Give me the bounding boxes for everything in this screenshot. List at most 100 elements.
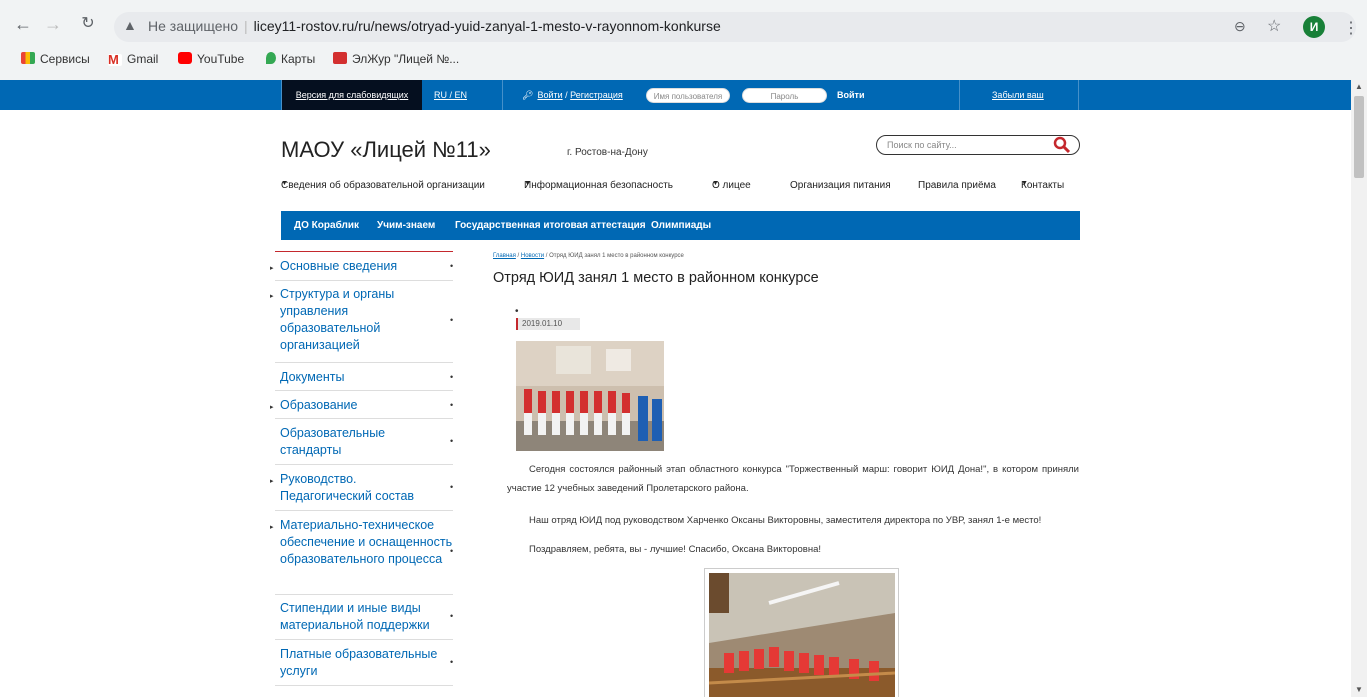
site-search[interactable]: Поиск по сайту... xyxy=(876,135,1080,155)
bookmark-services[interactable]: Сервисы xyxy=(21,52,90,66)
password-input[interactable]: Пароль xyxy=(742,88,827,103)
zoom-icon[interactable]: ⊖ xyxy=(1234,18,1246,35)
sidebar-item-label: Документы xyxy=(280,370,345,384)
gmail-icon: M xyxy=(108,53,122,66)
arrow-right-icon: ▸ xyxy=(270,478,274,485)
url-text: licey11-rostov.ru/ru/news/otryad-yuid-za… xyxy=(253,18,721,34)
nav-item-admission-rules[interactable]: Правила приёма xyxy=(918,180,996,191)
profile-avatar[interactable]: И xyxy=(1303,16,1325,38)
bullet-dot: • xyxy=(450,436,454,446)
username-input[interactable]: Имя пользователя xyxy=(646,88,730,103)
login-separator: / xyxy=(562,90,571,100)
accessibility-version-link[interactable]: Версия для слабовидящих xyxy=(282,80,422,110)
chevron-down-icon: ▼ xyxy=(281,180,288,187)
scrollbar-thumb[interactable] xyxy=(1354,96,1364,178)
subnav-item-olympiads[interactable]: Олимпиады xyxy=(651,220,711,231)
bookmark-maps[interactable]: Карты xyxy=(266,52,315,66)
sub-navigation: ДО Кораблик Учим-знаем Государственная и… xyxy=(281,211,1080,240)
forward-arrow-icon[interactable]: → xyxy=(40,11,66,37)
nav-label: Информационная безопасность xyxy=(524,180,674,191)
scroll-up-arrow-icon[interactable]: ▲ xyxy=(1355,82,1363,91)
bookmarks-bar: Сервисы M Gmail YouTube Карты ЭлЖур "Лице… xyxy=(0,48,1367,70)
breadcrumb-home[interactable]: Главная xyxy=(493,253,516,259)
group-photo-image xyxy=(516,341,664,451)
sidebar-item-label: Материально-техническое обеспечение и ос… xyxy=(280,518,453,566)
utility-bar-inner: Версия для слабовидящих RU / EN 🔑︎ Войти … xyxy=(281,80,1079,130)
reload-icon[interactable]: ↻ xyxy=(75,11,101,37)
apps-grid-icon xyxy=(21,52,35,64)
arrow-right-icon: ▸ xyxy=(270,293,274,300)
bullet-dot: • xyxy=(450,261,454,271)
bookmark-star-icon[interactable]: ☆ xyxy=(1267,16,1281,36)
bullet-dot: • xyxy=(450,546,454,556)
omnibox-text[interactable]: Не защищено | licey11-rostov.ru/ru/news/ot… xyxy=(148,18,721,34)
browser-menu-icon[interactable]: ⋮ xyxy=(1343,18,1359,38)
bookmark-gmail[interactable]: M Gmail xyxy=(108,52,158,66)
arrow-right-icon: ▸ xyxy=(270,265,274,272)
bullet-dot: • xyxy=(450,372,454,382)
divider xyxy=(275,280,453,281)
login-register: 🔑︎ Войти / Регистрация xyxy=(522,80,623,110)
top-utility-bar: Версия для слабовидящих RU / EN 🔑︎ Войти … xyxy=(0,80,1351,130)
divider xyxy=(275,685,453,686)
divider xyxy=(275,510,453,511)
bookmark-youtube[interactable]: YouTube xyxy=(178,52,244,66)
article-paragraph: Поздравляем, ребята, вы - лучшие! Спасиб… xyxy=(529,544,821,555)
breadcrumb: Главная / Новости / Отряд ЮИД занял 1 ме… xyxy=(493,253,684,259)
breadcrumb-news[interactable]: Новости xyxy=(521,253,544,259)
article-title: Отряд ЮИД занял 1 место в районном конку… xyxy=(493,270,819,286)
sidebar-top-rule xyxy=(275,251,453,252)
divider xyxy=(275,362,453,363)
bullet-dot: • xyxy=(450,611,454,621)
security-warning-label: Не защищено xyxy=(148,18,238,34)
chevron-down-icon: ▼ xyxy=(524,180,531,187)
bookmark-eljur[interactable]: ЭлЖур "Лицей №... xyxy=(333,52,459,66)
parade-photo-image xyxy=(709,573,895,697)
article-date: 2019.01.10 xyxy=(516,318,580,330)
article-photo[interactable] xyxy=(516,341,664,451)
nav-item-catering[interactable]: Организация питания xyxy=(790,180,891,191)
scroll-down-arrow-icon[interactable]: ▼ xyxy=(1355,685,1363,694)
search-input[interactable]: Поиск по сайту... xyxy=(887,140,957,150)
language-switch-link[interactable]: RU / EN xyxy=(434,80,467,110)
register-link[interactable]: Регистрация xyxy=(570,90,623,100)
forgot-password-link[interactable]: Забыли ваш пароль? xyxy=(992,80,1078,130)
bookmark-label: Карты xyxy=(281,52,316,66)
sidebar-item-label: Платные образовательные услуги xyxy=(280,647,438,678)
youtube-icon xyxy=(178,52,192,64)
web-page: Версия для слабовидящих RU / EN 🔑︎ Войти … xyxy=(0,80,1351,697)
address-row: ← → ↻ ▲ Не защищено | licey11-rostov.ru/ru… xyxy=(0,8,1367,46)
article-photo[interactable] xyxy=(704,568,899,697)
subnav-item-gia[interactable]: Государственная итоговая аттестация xyxy=(455,220,646,231)
bullet-dot: • xyxy=(450,315,454,325)
login-submit-button[interactable]: Войти xyxy=(837,80,864,110)
divider xyxy=(275,418,453,419)
divider xyxy=(502,80,503,110)
main-navigation: Сведения об образовательной организации … xyxy=(281,180,1081,196)
bullet-dot: • xyxy=(450,400,454,410)
divider xyxy=(275,594,453,595)
subnav-item-korablik[interactable]: ДО Кораблик xyxy=(294,220,359,231)
bookmark-label: YouTube xyxy=(197,52,245,66)
bookmark-label: Сервисы xyxy=(40,52,90,66)
search-icon[interactable] xyxy=(1045,135,1079,155)
key-icon: 🔑︎ xyxy=(522,90,534,100)
subnav-item-uchim-znaem[interactable]: Учим-знаем xyxy=(377,220,435,231)
chevron-down-icon: ▼ xyxy=(712,180,719,187)
arrow-right-icon: ▸ xyxy=(270,524,274,531)
breadcrumb-current: Отряд ЮИД занял 1 место в районном конку… xyxy=(549,253,684,259)
bookmark-label: Gmail xyxy=(127,52,159,66)
article-paragraph: Наш отряд ЮИД под руководством Харченко … xyxy=(529,515,1042,526)
back-arrow-icon[interactable]: ← xyxy=(10,11,36,37)
browser-chrome: ← → ↻ ▲ Не защищено | licey11-rostov.ru/ru… xyxy=(0,0,1367,80)
maps-pin-icon xyxy=(266,52,276,64)
bullet-dot: • xyxy=(515,306,519,317)
divider xyxy=(275,390,453,391)
bullet-dot: • xyxy=(450,482,454,492)
bookmark-label: ЭлЖур "Лицей №... xyxy=(352,52,460,66)
site-title[interactable]: МАОУ «Лицей №11» xyxy=(281,137,491,163)
login-link[interactable]: Войти xyxy=(537,90,562,100)
bullet-dot: • xyxy=(450,657,454,667)
sidebar-item-label: Образование xyxy=(280,398,358,412)
warning-triangle-icon[interactable]: ▲ xyxy=(123,17,137,33)
